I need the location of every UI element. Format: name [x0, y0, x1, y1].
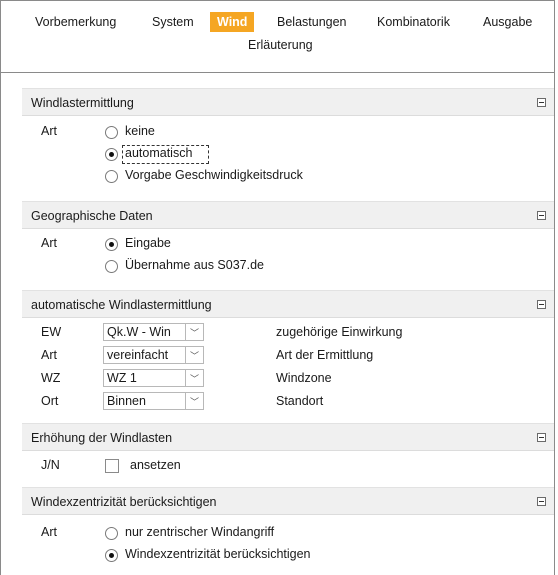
radio-label-vorgabe: Vorgabe Geschwindigkeitsdruck: [125, 168, 303, 182]
radio-label-keine: keine: [125, 124, 155, 138]
tab-system[interactable]: System: [152, 12, 194, 32]
radio-nur-zentrischer-windangriff[interactable]: [105, 527, 118, 540]
section-title: Geographische Daten: [31, 209, 153, 223]
section-header-geographische-daten[interactable]: Geographische Daten: [22, 201, 554, 229]
field-label-art: Art: [41, 236, 57, 250]
wind-settings-window: Vorbemerkung System Wind Belastungen Kom…: [0, 0, 555, 575]
radio-uebernahme[interactable]: [105, 260, 118, 273]
field-label-jn: J/N: [41, 458, 60, 472]
field-label-art: Art: [41, 525, 57, 539]
chevron-down-icon[interactable]: ﹀: [185, 347, 203, 363]
minus-box-icon[interactable]: [537, 433, 546, 442]
radio-vorgabe-geschwindigkeitsdruck[interactable]: [105, 170, 118, 183]
section-title: Windlastermittlung: [31, 96, 134, 110]
radio-automatisch[interactable]: [105, 148, 118, 161]
minus-box-icon[interactable]: [537, 98, 546, 107]
radio-eingabe[interactable]: [105, 238, 118, 251]
section-title: Erhöhung der Windlasten: [31, 431, 173, 445]
tab-erlaeuterung[interactable]: Erläuterung: [248, 35, 313, 55]
tab-vorbemerkung[interactable]: Vorbemerkung: [35, 12, 116, 32]
tab-wind[interactable]: Wind: [210, 12, 255, 32]
section-header-automatische-windlastermittlung[interactable]: automatische Windlastermittlung: [22, 290, 554, 318]
field-description: zugehörige Einwirkung: [276, 325, 403, 339]
tab-ausgabe[interactable]: Ausgabe: [483, 12, 532, 32]
select-einwirkung[interactable]: Qk.W - Win ﹀: [103, 323, 204, 341]
chevron-down-icon[interactable]: ﹀: [185, 324, 203, 340]
minus-box-icon[interactable]: [537, 497, 546, 506]
field-label-art: Art: [41, 348, 57, 362]
radio-keine[interactable]: [105, 126, 118, 139]
field-description: Art der Ermittlung: [276, 348, 374, 362]
checkbox-ansetzen[interactable]: [105, 459, 119, 473]
field-description: Windzone: [276, 371, 332, 385]
tab-kombinatorik[interactable]: Kombinatorik: [377, 12, 450, 32]
section-title: automatische Windlastermittlung: [31, 298, 212, 312]
chevron-down-icon[interactable]: ﹀: [185, 393, 203, 409]
select-value: Qk.W - Win: [107, 325, 171, 339]
radio-label-uebernahme: Übernahme aus S037.de: [125, 258, 264, 272]
tab-belastungen[interactable]: Belastungen: [277, 12, 347, 32]
radio-windexzentrizitaet[interactable]: [105, 549, 118, 562]
checkbox-label-ansetzen: ansetzen: [130, 458, 181, 472]
minus-box-icon[interactable]: [537, 211, 546, 220]
field-label-wz: WZ: [41, 371, 61, 385]
section-header-erhoehung[interactable]: Erhöhung der Windlasten: [22, 423, 554, 451]
field-label-ort: Ort: [41, 394, 59, 408]
select-value: Binnen: [107, 394, 146, 408]
field-description: Standort: [276, 394, 324, 408]
radio-label-exzentrizitaet: Windexzentrizität berücksichtigen: [125, 547, 311, 561]
radio-label-zentrisch: nur zentrischer Windangriff: [125, 525, 275, 539]
settings-content: Windlastermittlung Art keine automatisch…: [1, 73, 554, 575]
tab-bar: Vorbemerkung System Wind Belastungen Kom…: [1, 1, 554, 73]
section-header-windexzentrizitaet[interactable]: Windexzentrizität berücksichtigen: [22, 487, 554, 515]
field-label-art: Art: [41, 124, 57, 138]
select-windzone[interactable]: WZ 1 ﹀: [103, 369, 204, 387]
select-standort[interactable]: Binnen ﹀: [103, 392, 204, 410]
field-label-ew: EW: [41, 325, 62, 339]
chevron-down-icon[interactable]: ﹀: [185, 370, 203, 386]
minus-box-icon[interactable]: [537, 300, 546, 309]
select-art-der-ermittlung[interactable]: vereinfacht ﹀: [103, 346, 204, 364]
radio-label-automatisch: automatisch: [125, 146, 193, 160]
select-value: WZ 1: [107, 371, 137, 385]
section-header-windlastermittlung[interactable]: Windlastermittlung: [22, 88, 554, 116]
radio-label-eingabe: Eingabe: [125, 236, 171, 250]
select-value: vereinfacht: [107, 348, 169, 362]
section-title: Windexzentrizität berücksichtigen: [31, 495, 217, 509]
